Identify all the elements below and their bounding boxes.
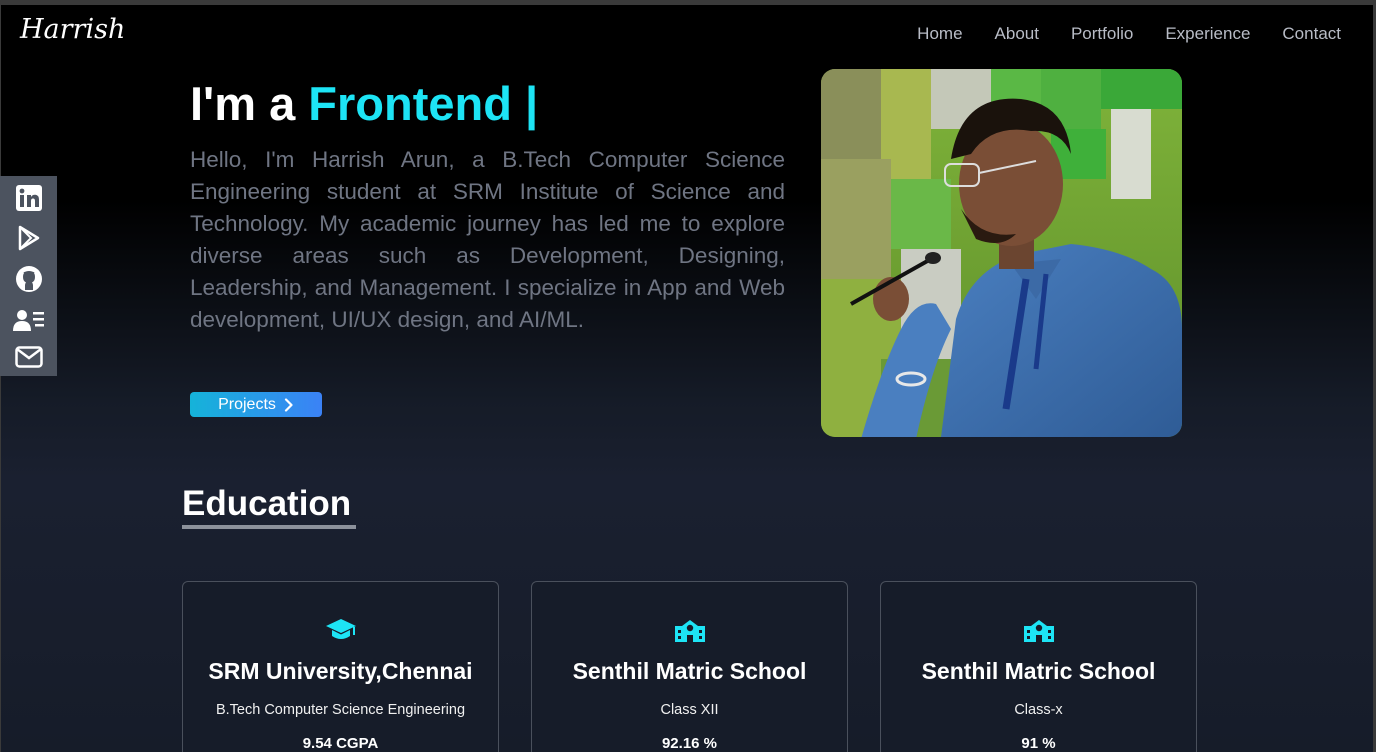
education-card-subtitle: Class XII: [660, 702, 719, 718]
nav-experience[interactable]: Experience: [1165, 24, 1250, 44]
github-icon[interactable]: [14, 264, 44, 294]
education-card-subtitle: Class-x: [1014, 702, 1063, 718]
main-nav: Home About Portfolio Experience Contact: [917, 24, 1341, 44]
projects-button-label: Projects: [218, 395, 276, 413]
nav-about[interactable]: About: [995, 24, 1039, 44]
window-left-edge: [0, 0, 1, 752]
hero-title-typed-role: Frontend |: [308, 77, 539, 130]
hero-intro-text: Hello, I'm Harrish Arun, a B.Tech Comput…: [190, 147, 785, 332]
projects-button[interactable]: Projects: [190, 392, 322, 417]
window-top-edge: [0, 0, 1376, 5]
school-icon: [532, 617, 847, 643]
hero-title: I'm a Frontend |: [190, 76, 538, 131]
hero-title-prefix: I'm a: [190, 77, 309, 130]
education-card-subtitle: B.Tech Computer Science Engineering: [215, 702, 466, 718]
education-card-srm: SRM University,Chennai B.Tech Computer S…: [182, 581, 499, 752]
education-card-title: SRM University,Chennai: [208, 658, 473, 684]
profile-photo: [821, 69, 1182, 437]
resume-icon[interactable]: [12, 307, 45, 333]
education-card-class-x: Senthil Matric School Class-x 91 %: [880, 581, 1197, 752]
education-card-class-xii: Senthil Matric School Class XII 92.16 %: [531, 581, 848, 752]
mail-icon[interactable]: [14, 345, 43, 368]
education-card-title: Senthil Matric School: [572, 658, 807, 684]
education-card-score: 91 %: [1021, 735, 1056, 752]
nav-portfolio[interactable]: Portfolio: [1071, 24, 1133, 44]
school-icon: [881, 617, 1196, 643]
education-card-score: 9.54 CGPA: [302, 735, 379, 752]
graduation-cap-icon: [183, 617, 498, 643]
education-card-score: 92.16 %: [661, 735, 718, 752]
google-play-icon[interactable]: [16, 225, 42, 251]
education-heading: Education: [182, 484, 352, 523]
site-logo[interactable]: Harrish: [20, 14, 125, 45]
chevron-right-icon: [284, 397, 294, 412]
social-links-bar: [0, 176, 57, 376]
nav-home[interactable]: Home: [917, 24, 962, 44]
linkedin-icon[interactable]: [15, 184, 43, 212]
education-heading-underline: [182, 525, 356, 529]
education-card-title: Senthil Matric School: [921, 658, 1156, 684]
nav-contact[interactable]: Contact: [1282, 24, 1341, 44]
